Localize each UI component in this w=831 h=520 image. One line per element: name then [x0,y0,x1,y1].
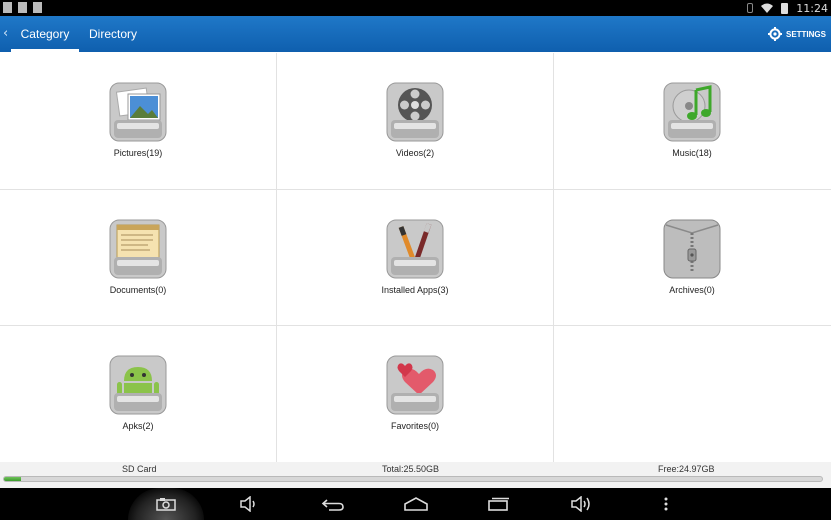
notification-icons [3,2,42,13]
gear-icon [767,27,782,41]
volume-down-button[interactable] [229,488,269,520]
tab-directory[interactable]: Directory [84,16,142,52]
tab-category[interactable]: Category [11,16,79,52]
category-pictures[interactable]: Pictures(19) [0,53,276,189]
system-nav-bar [0,488,831,520]
storage-free: Free:24.97GB [658,464,715,474]
battery-icon [781,2,789,14]
category-label: Music(18) [672,148,712,158]
category-label: Installed Apps(3) [381,285,449,295]
category-label: Favorites(0) [390,421,439,431]
volume-down-icon [240,496,255,512]
category-music[interactable]: Music(18) [554,53,830,189]
screenshot-button[interactable] [146,488,186,520]
settings-label: SETTINGS [785,29,826,39]
back-arrow-icon [321,499,344,511]
category-apks[interactable]: Apks(2) [0,326,276,462]
bluetooth-icon [747,3,754,13]
storage-name: SD Card [122,464,157,474]
recent-apps-button[interactable] [479,488,519,520]
volume-up-button[interactable] [561,488,601,520]
category-label: Archives(0) [669,285,715,295]
notification-icon [3,2,12,13]
status-right: 11:24 [747,0,828,16]
category-label: Videos(2) [395,148,435,158]
category-label: Documents(0) [109,285,167,295]
tab-category-label: Category [20,27,70,41]
action-bar: ‹ Category Directory SETTINGS [0,16,831,52]
back-button[interactable] [313,488,353,520]
back-chevron-icon[interactable]: ‹ [3,26,8,41]
wifi-icon [761,3,774,13]
category-grid: Pictures(19) Videos(2) Music(18) Documen… [0,53,831,462]
archives-icon [663,219,721,279]
music-icon [663,82,721,142]
videos-icon [386,82,444,142]
pictures-icon [109,82,167,142]
android-apk-icon [109,355,167,415]
sd-notification-icon [33,2,42,13]
storage-usage-fill [4,477,22,481]
overflow-menu-icon [664,497,668,511]
volume-up-icon [571,496,590,512]
category-installed-apps[interactable]: Installed Apps(3) [277,190,553,326]
clock: 11:24 [796,1,828,15]
storage-total: Total:25.50GB [382,464,440,474]
documents-icon [109,219,167,279]
status-bar: 11:24 [0,0,831,16]
recent-apps-icon [488,497,509,511]
storage-info: SD Card Total:25.50GB Free:24.97GB [0,462,831,488]
menu-button[interactable] [646,488,686,520]
tab-directory-label: Directory [88,27,137,41]
camera-icon [156,498,176,511]
category-favorites[interactable]: Favorites(0) [277,326,553,462]
category-label: Apks(2) [122,421,154,431]
storage-usage-bar [3,476,823,482]
favorites-hearts-icon [386,355,444,415]
category-label: Pictures(19) [113,148,163,158]
home-button[interactable] [396,488,436,520]
settings-button[interactable]: SETTINGS [767,16,826,52]
category-archives[interactable]: Archives(0) [554,190,830,326]
category-documents[interactable]: Documents(0) [0,190,276,326]
image-notification-icon [18,2,27,13]
home-icon [404,497,428,511]
category-videos[interactable]: Videos(2) [277,53,553,189]
installed-apps-icon [386,219,444,279]
